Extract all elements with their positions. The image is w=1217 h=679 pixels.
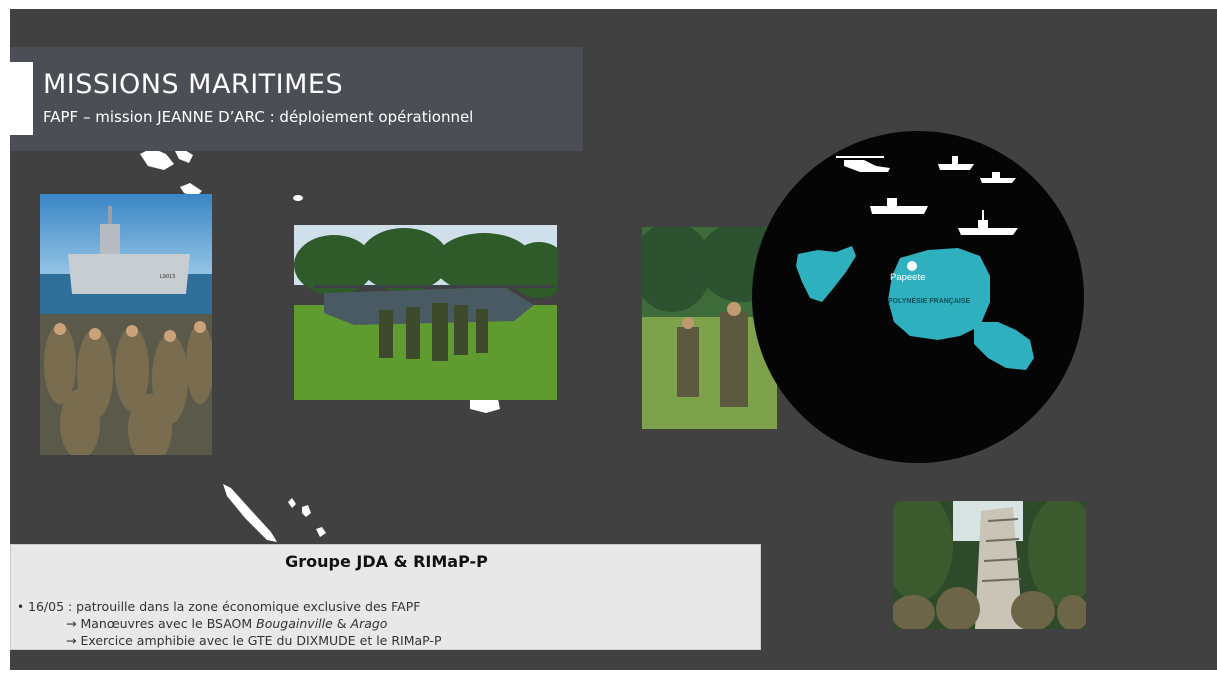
page-title: MISSIONS MARITIMES bbox=[43, 69, 344, 100]
polynesia-map-graphic: Papeete POLYNÉSIE FRANÇAISE bbox=[752, 131, 1084, 463]
bullet-marker: • bbox=[17, 600, 25, 614]
papeete-marker bbox=[907, 261, 917, 271]
photo-helicopter-landing bbox=[294, 225, 557, 400]
photo-ship-soldiers: L9015 bbox=[40, 194, 212, 455]
caption-line-1: 16/05 : patrouille dans la zone économiq… bbox=[28, 599, 421, 614]
caption-box: Groupe JDA & RIMaP-P • 16/05 : patrouill… bbox=[10, 544, 761, 650]
ship-name-arago: Arago bbox=[350, 616, 388, 631]
ship-name-bougainville: Bougainville bbox=[256, 616, 333, 631]
caption-heading: Groupe JDA & RIMaP-P bbox=[285, 552, 488, 571]
photo-climbing-tower bbox=[893, 501, 1086, 629]
title-accent-bar bbox=[10, 62, 33, 135]
papeete-label: Papeete bbox=[890, 272, 925, 283]
ship-hull-marking: L9015 bbox=[160, 274, 176, 280]
caption-line-2: → Manœuvres avec le BSAOM Bougainville &… bbox=[66, 616, 387, 631]
title-band: MISSIONS MARITIMES FAPF – mission JEANNE… bbox=[10, 47, 583, 151]
caption-line-2-sep: & bbox=[332, 616, 351, 631]
caption-line-2-prefix: → Manœuvres avec le BSAOM bbox=[66, 616, 257, 631]
page-subtitle: FAPF – mission JEANNE D’ARC : déploiemen… bbox=[43, 108, 474, 126]
slide: MISSIONS MARITIMES FAPF – mission JEANNE… bbox=[10, 9, 1217, 670]
caption-line-3: → Exercice amphibie avec le GTE du DIXMU… bbox=[66, 633, 442, 648]
polynesia-map: Papeete POLYNÉSIE FRANÇAISE bbox=[752, 126, 1085, 468]
region-label: POLYNÉSIE FRANÇAISE bbox=[888, 296, 971, 305]
